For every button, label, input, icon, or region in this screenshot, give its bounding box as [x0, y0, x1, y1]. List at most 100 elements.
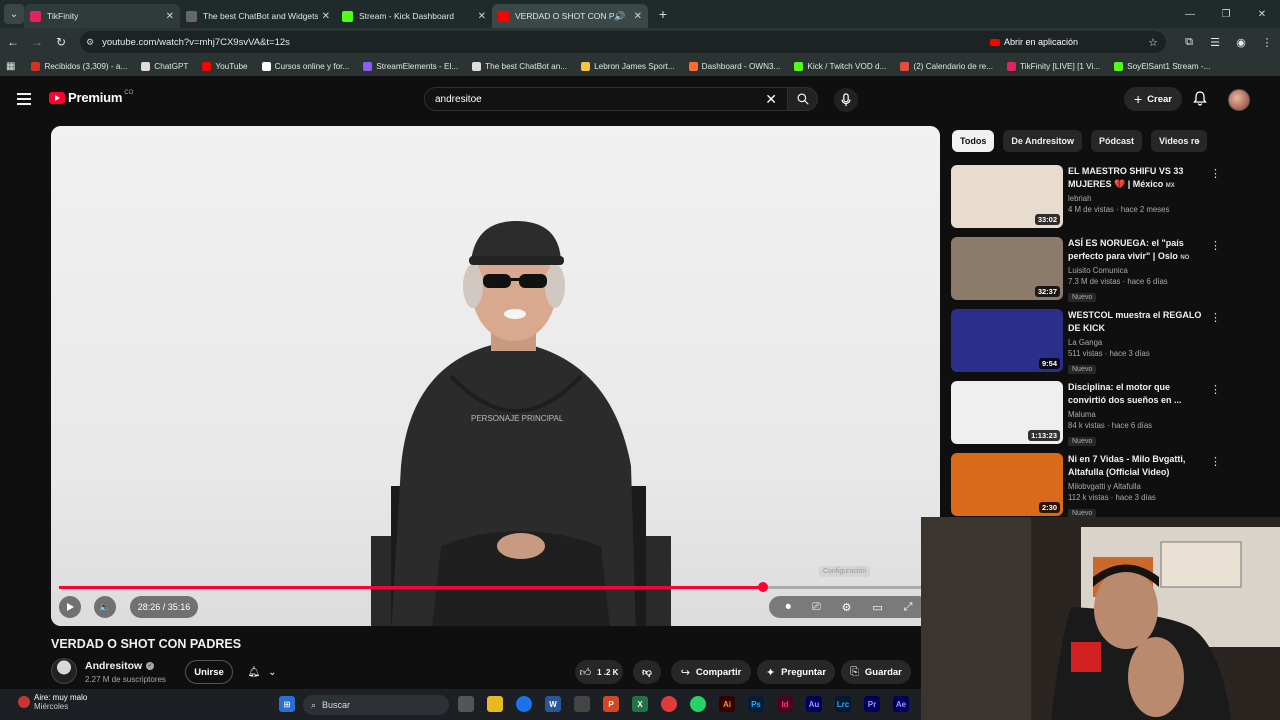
menu-icon[interactable]: ⋮ [1254, 36, 1280, 49]
word-icon[interactable]: W [545, 696, 561, 712]
obs-recording-icon[interactable] [661, 696, 677, 712]
channel-name[interactable]: Andresitow [85, 660, 142, 672]
more-options-icon[interactable]: ⋮ [1210, 383, 1221, 396]
play-button[interactable] [59, 596, 81, 618]
bookmark-item[interactable]: StreamElements - El... [363, 61, 458, 71]
browser-tab[interactable]: TikFinity ✕ [24, 4, 180, 28]
filter-chip[interactable]: Todos [952, 130, 995, 152]
extensions-icon[interactable]: ⧉ [1176, 36, 1202, 49]
video-thumbnail[interactable]: 32:37 [951, 237, 1063, 300]
bookmark-item[interactable]: SoyElSant1 Stream -... [1114, 61, 1210, 71]
speaker-icon[interactable]: 🔊 [614, 11, 625, 22]
powerpoint-icon[interactable]: P [603, 696, 619, 712]
video-thumbnail[interactable]: 33:02 [951, 165, 1063, 228]
premiere-icon[interactable]: Pr [864, 696, 880, 712]
maximize-icon[interactable]: ❐ [1208, 9, 1244, 20]
weather-widget[interactable]: Aire: muy malo Miércoles [18, 693, 87, 711]
settings-gear-icon[interactable]: ⚙ [842, 601, 852, 614]
save-button[interactable]: ⎘ Guardar [841, 660, 911, 684]
related-channel-name[interactable]: Maluma [1068, 410, 1208, 419]
bookmark-item[interactable]: Cursos online y for... [261, 61, 349, 71]
more-options-icon[interactable]: ⋮ [1210, 311, 1221, 324]
video-thumbnail[interactable]: 1:13:23 [951, 381, 1063, 444]
back-icon[interactable]: ← [2, 35, 24, 49]
search-query[interactable]: andresitoe [435, 94, 765, 105]
clear-search-icon[interactable]: ✕ [765, 91, 777, 108]
taskbar-search[interactable]: ⌕ Buscar [303, 695, 449, 715]
volume-button[interactable]: 🔈 [94, 596, 116, 618]
reading-list-icon[interactable]: ☰ [1202, 36, 1228, 49]
open-in-app-button[interactable]: Abrir en aplicación [989, 37, 1078, 47]
more-options-icon[interactable]: ⋮ [1210, 455, 1221, 468]
autoplay-toggle-icon[interactable]: ⏺ [785, 601, 791, 614]
whatsapp-icon[interactable] [690, 696, 706, 712]
related-video-title[interactable]: Ni en 7 Vidas - Milo Bvgatti, Altafulla … [1068, 453, 1208, 480]
close-icon[interactable]: ✕ [166, 11, 174, 22]
more-options-icon[interactable]: ⋮ [1210, 167, 1221, 180]
browser-tab[interactable]: The best ChatBot and Widgets ✕ [180, 4, 336, 28]
excel-icon[interactable]: X [632, 696, 648, 712]
illustrator-icon[interactable]: Ai [719, 696, 735, 712]
new-tab-button[interactable]: + [654, 5, 672, 23]
chevron-right-icon[interactable]: › [1196, 134, 1200, 148]
video-player[interactable]: PERSONAJE PRINCIPAL 🔈 28:26 / 35:16 Conf… [51, 126, 940, 626]
file-explorer-icon[interactable] [487, 696, 503, 712]
video-thumbnail[interactable]: 9:54 [951, 309, 1063, 372]
site-info-icon[interactable]: ⚙ [86, 37, 94, 48]
related-video-item[interactable]: 32:37 ASÍ ES NORUEGA: el "país perfecto p… [951, 237, 1231, 309]
browser-tab[interactable]: Stream - Kick Dashboard ✕ [336, 4, 492, 28]
related-video-item[interactable]: 9:54 WESTCOL muestra el REGALO DE KICK La… [951, 309, 1231, 381]
url-field[interactable]: ⚙ youtube.com/watch?v=mhj7CX9svVA&t=12s … [80, 31, 1166, 53]
youtube-premium-logo[interactable]: Premium CO [49, 90, 133, 105]
video-thumbnail[interactable]: 2:30 [951, 453, 1063, 516]
menu-hamburger-icon[interactable] [17, 93, 31, 108]
close-window-icon[interactable]: ✕ [1244, 9, 1280, 20]
photoshop-icon[interactable]: Ps [748, 696, 764, 712]
related-video-title[interactable]: Disciplina: el motor que convirtió dos s… [1068, 381, 1208, 408]
filter-chip[interactable]: Pódcast [1091, 130, 1143, 152]
subscription-bell-button[interactable]: 🔔︎ ⌄ [240, 660, 284, 684]
minimize-icon[interactable]: — [1172, 9, 1208, 20]
browser-tab-active[interactable]: VERDAD O SHOT CON PAD 🔊 ✕ [492, 4, 648, 28]
create-button[interactable]: + Crear [1124, 87, 1182, 111]
search-button[interactable] [788, 87, 818, 111]
share-button[interactable]: ↪ Compartir [671, 660, 751, 684]
bookmark-item[interactable]: Recibidos (3,309) - a... [31, 61, 127, 71]
bookmark-item[interactable]: (2) Calendario de re... [900, 61, 993, 71]
bookmark-star-icon[interactable]: ☆ [1148, 36, 1158, 49]
voice-search-button[interactable] [834, 88, 858, 112]
bookmark-item[interactable]: YouTube [202, 61, 248, 71]
related-channel-name[interactable]: lebriah [1068, 194, 1208, 203]
more-options-icon[interactable]: ⋮ [1210, 239, 1221, 252]
task-view-icon[interactable] [458, 696, 474, 712]
ask-button[interactable]: ✦ Preguntar [757, 660, 835, 684]
audition-icon[interactable]: Au [806, 696, 822, 712]
related-channel-name[interactable]: Luisito Comunica [1068, 266, 1208, 275]
apps-grid-icon[interactable]: ▦ [6, 61, 15, 72]
account-avatar[interactable] [1228, 89, 1250, 111]
related-video-item[interactable]: 1:13:23 Disciplina: el motor que convirti… [951, 381, 1231, 453]
reload-icon[interactable]: ↻ [50, 35, 72, 49]
bookmark-item[interactable]: Lebron James Sport... [581, 61, 675, 71]
close-icon[interactable]: ✕ [634, 11, 642, 22]
notifications-bell-icon[interactable] [1192, 90, 1208, 111]
fullscreen-icon[interactable]: ⤢ [904, 601, 913, 614]
like-button[interactable]: 👍︎ 1 .2 K [575, 660, 623, 684]
windows-start-icon[interactable]: ⊞ [279, 696, 295, 712]
subtitles-icon[interactable]: ⎚ [812, 601, 821, 614]
theater-mode-icon[interactable]: ▭ [872, 601, 882, 614]
dislike-button[interactable]: 👎︎ [633, 660, 661, 684]
close-icon[interactable]: ✕ [322, 11, 330, 22]
related-channel-name[interactable]: La Ganga [1068, 338, 1208, 347]
indesign-icon[interactable]: Id [777, 696, 793, 712]
after-effects-icon[interactable]: Ae [893, 696, 909, 712]
close-icon[interactable]: ✕ [478, 11, 486, 22]
related-video-title[interactable]: EL MAESTRO SHIFU VS 33 MUJERES 💔 | Méxic… [1068, 165, 1208, 192]
channel-name-link[interactable]: Andresitow ✓ [85, 660, 155, 672]
bookmark-item[interactable]: ChatGPT [141, 61, 188, 71]
lightroom-icon[interactable]: Lrc [835, 696, 851, 712]
filter-chip[interactable]: De Andresitow [1003, 130, 1083, 152]
profile-icon[interactable]: ◉ [1228, 36, 1254, 49]
capcut-icon[interactable] [574, 696, 590, 712]
bookmark-item[interactable]: Kick / Twitch VOD d... [794, 61, 886, 71]
